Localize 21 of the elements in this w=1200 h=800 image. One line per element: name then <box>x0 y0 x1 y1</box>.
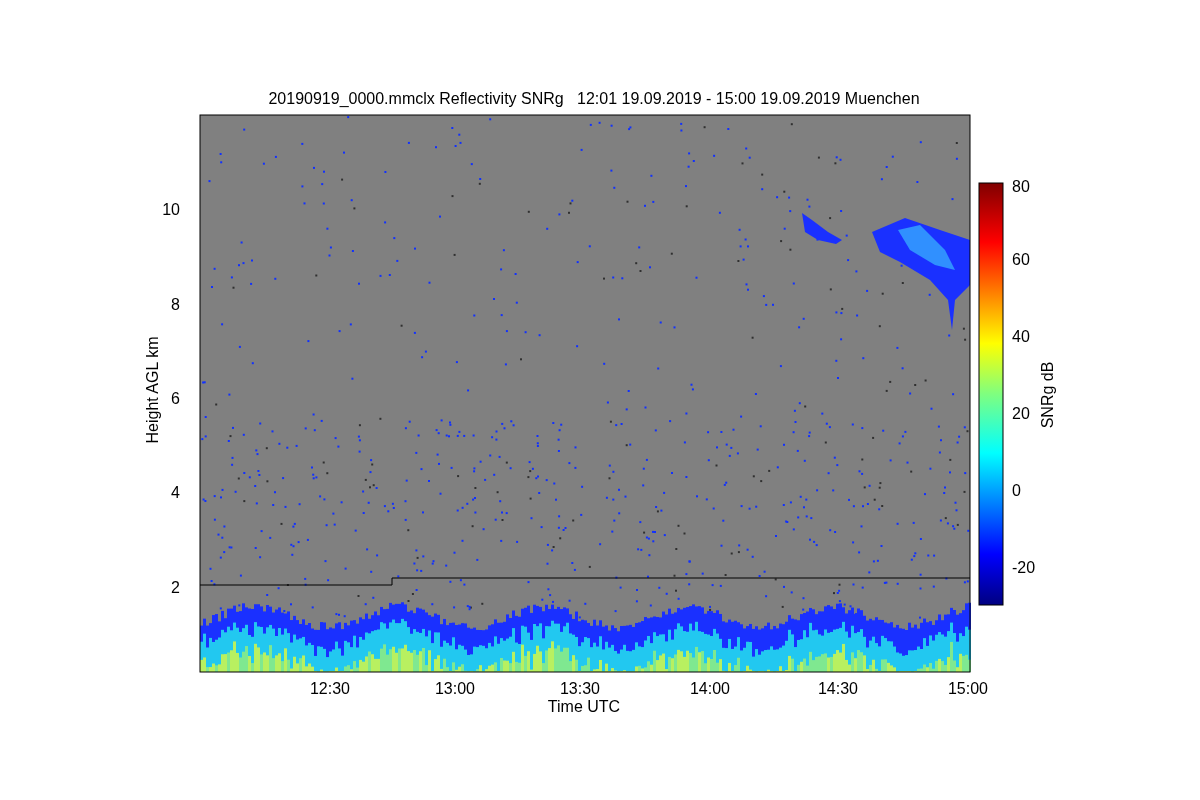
colorbar-tick-label: 20 <box>1012 405 1030 422</box>
chart-title: 20190919_0000.mmclx Reflectivity SNRg 12:01 19.09.2019 - 15:00 19.09.2019 Muenchen <box>268 90 920 107</box>
axis-tick-label: 13:30 <box>560 680 600 697</box>
axis-tick-label: 8 <box>171 296 180 313</box>
axis-tick-label: 14:30 <box>818 680 858 697</box>
colorbar-tick-label: -20 <box>1012 559 1036 576</box>
colorbar-tick-label: 60 <box>1012 251 1030 268</box>
axis-tick-label: 15:00 <box>948 680 988 697</box>
axis-tick-label: 14:00 <box>690 680 730 697</box>
axis-tick-label: 6 <box>171 390 180 407</box>
axis-tick-label: 4 <box>171 484 180 501</box>
axis-tick-label: 10 <box>162 201 180 218</box>
colorbar-tick-label: 40 <box>1012 328 1030 345</box>
colorbar-label: SNRg dB <box>1039 361 1056 429</box>
axis-label: Height AGL km <box>144 336 161 444</box>
axis-tick-label: 13:00 <box>435 680 475 697</box>
axis-label: Time UTC <box>547 698 621 715</box>
axis-tick-label: 12:30 <box>310 680 350 697</box>
axis-tick-label: 2 <box>171 579 180 596</box>
colorbar-tick-label: 0 <box>1012 482 1021 499</box>
colorbar-tick-label: 80 <box>1012 178 1030 195</box>
